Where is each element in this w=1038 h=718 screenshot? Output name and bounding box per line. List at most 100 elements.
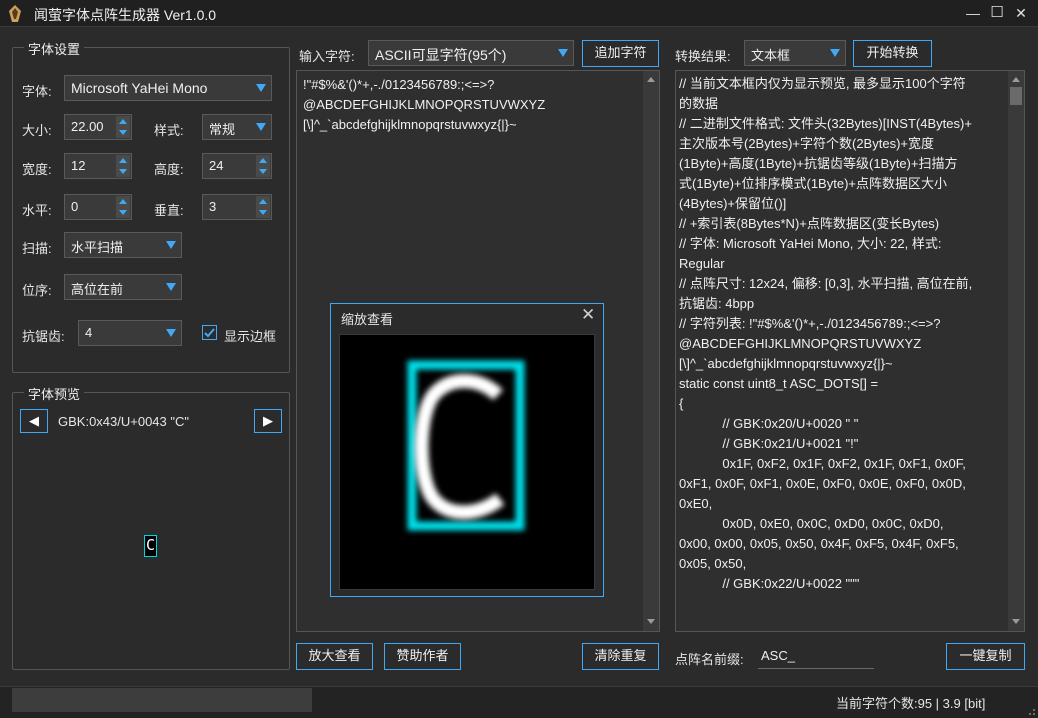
height-label: 高度: [154,162,184,177]
scroll-up-icon[interactable] [647,77,655,82]
char-source-select[interactable]: ASCII可显字符(95个) [368,40,574,66]
scroll-up-icon[interactable] [1012,77,1020,82]
vertical-offset-spinbox[interactable]: 3 [202,194,272,220]
output-line: // 字符列表: !"#$%&'()*+,-./0123456789:;<=>? [679,316,941,331]
font-select[interactable]: Microsoft YaHei Mono [64,75,272,101]
status-text: 当前字符个数:95 | 3.9 [bit] [836,696,986,711]
style-select-value: 常规 [209,122,236,137]
size-label: 大小: [22,123,52,138]
arrow-down-icon[interactable] [116,207,130,218]
horizontal-offset-spinbox[interactable]: 0 [64,194,132,220]
width-stepper[interactable] [116,155,130,177]
height-stepper[interactable] [256,155,270,177]
arrow-down-icon[interactable] [116,166,130,177]
output-line: // GBK:0x22/U+0022 """ [679,576,860,591]
output-mode-select[interactable]: 文本框 [744,40,846,66]
scroll-down-icon[interactable] [1012,619,1020,624]
output-line: 0xF1, 0x0F, 0xF1, 0x0E, 0xF0, 0x0E, 0xF0… [679,476,966,491]
input-chars-label: 输入字符: [299,49,355,64]
chevron-down-icon [166,241,176,249]
output-line: 抗锯齿: 4bpp [679,296,755,311]
arrow-up-icon[interactable] [256,196,270,207]
vertical-offset-stepper[interactable] [256,196,270,218]
output-textarea[interactable]: // 当前文本框内仅为显示预览, 最多显示100个字符 的数据 // 二进制文件… [675,70,1025,632]
close-button[interactable]: ✕ [1010,3,1032,23]
output-line: Regular [679,256,725,271]
horizontal-offset-stepper[interactable] [116,196,130,218]
zoom-view-window: 缩放查看 ✕ [330,303,604,597]
scrollbar-thumb[interactable] [1010,87,1022,105]
sponsor-author-button[interactable]: 赞助作者 [384,643,461,670]
output-line: 式(1Byte)+位排序模式(1Byte)+点阵数据区大小 [679,176,947,191]
size-spinbox[interactable]: 22.00 [64,114,132,140]
width-value: 12 [71,158,86,173]
app-logo-icon [9,5,21,22]
width-spinbox[interactable]: 12 [64,153,132,179]
arrow-up-icon[interactable] [116,116,130,127]
zoom-view-button[interactable]: 放大查看 [296,643,373,670]
height-spinbox[interactable]: 24 [202,153,272,179]
scroll-down-icon[interactable] [647,619,655,624]
show-border-label[interactable]: 显示边框 [224,326,276,345]
arrow-up-icon[interactable] [116,196,130,207]
arrow-down-icon[interactable] [116,127,130,138]
preview-glyph: C [144,535,157,557]
horizontal-offset-value: 0 [71,199,79,214]
previous-char-button[interactable]: ◀ [20,409,48,433]
style-label: 样式: [154,123,184,138]
window-title: 闻萤字体点阵生成器 Ver1.0.0 [34,7,217,23]
output-line: // 点阵尺寸: 12x24, 偏移: [0,3], 水平扫描, 高位在前, [679,276,973,291]
zoom-view-title: 缩放查看 [341,312,394,327]
output-scrollbar[interactable] [1008,71,1024,631]
start-convert-button[interactable]: 开始转换 [853,40,932,67]
zoomed-glyph [407,360,525,531]
append-chars-button[interactable]: 追加字符 [582,40,659,67]
input-text-line: @ABCDEFGHIJKLMNOPQRSTUVWXYZ [303,97,546,112]
output-text: // 当前文本框内仅为显示预览, 最多显示100个字符 的数据 // 二进制文件… [679,74,1006,594]
arrow-down-icon[interactable] [256,207,270,218]
resize-grip-icon[interactable] [1024,704,1036,716]
style-select[interactable]: 常规 [202,114,272,140]
output-line: [\]^_`abcdefghijklmnopqrstuvwxyz{|}~ [679,356,893,371]
input-scrollbar[interactable] [643,71,659,631]
arrow-up-icon[interactable] [256,155,270,166]
font-preview-group [12,392,290,670]
zoom-canvas [339,334,595,590]
next-char-button[interactable]: ▶ [254,409,282,433]
zoom-close-icon[interactable]: ✕ [581,305,595,325]
output-line: 0x00, 0x00, 0x05, 0x50, 0x4F, 0xF5, 0x4F… [679,536,959,551]
size-stepper[interactable] [116,116,130,138]
antialias-select[interactable]: 4 [78,320,182,346]
input-text-line: [\]^_`abcdefghijklmnopqrstuvwxyz{|}~ [303,117,517,132]
clear-duplicates-button[interactable]: 清除重复 [582,643,659,670]
output-line: // GBK:0x21/U+0021 "!" [679,436,859,451]
output-line: // +索引表(8Bytes*N)+点阵数据区(变长Bytes) [679,216,940,231]
scan-select[interactable]: 水平扫描 [64,232,182,258]
output-mode-value: 文本框 [751,48,791,63]
maximize-button[interactable]: ☐ [986,3,1008,23]
show-border-checkbox[interactable] [202,325,217,340]
prefix-label: 点阵名前缀: [675,652,744,667]
chevron-down-icon [256,123,266,131]
preview-char-info: GBK:0x43/U+0043 "C" [58,414,189,429]
arrow-up-icon[interactable] [116,155,130,166]
prefix-input[interactable]: ASC_ [758,643,874,669]
char-source-value: ASCII可显字符(95个) [375,47,507,63]
chevron-down-icon [256,84,266,92]
width-label: 宽度: [22,162,52,177]
chevron-down-icon [830,49,840,57]
bit-order-select[interactable]: 高位在前 [64,274,182,300]
output-line: (1Byte)+高度(1Byte)+抗锯齿等级(1Byte)+扫描方 [679,156,958,171]
output-line: // 二进制文件格式: 文件头(32Bytes)[INST(4Bytes)+ [679,116,972,131]
size-value: 22.00 [71,119,104,134]
arrow-down-icon[interactable] [256,166,270,177]
output-line: static const uint8_t ASC_DOTS[] = [679,376,879,391]
minimize-button[interactable]: — [962,3,984,23]
height-value: 24 [209,158,224,173]
progress-bar [12,688,312,712]
copy-all-button[interactable]: 一键复制 [946,643,1025,670]
chevron-down-icon [166,329,176,337]
output-line: 主次版本号(2Bytes)+字符个数(2Bytes)+宽度 [679,136,934,151]
scan-label: 扫描: [22,241,52,256]
output-line: // 字体: Microsoft YaHei Mono, 大小: 22, 样式: [679,236,942,251]
